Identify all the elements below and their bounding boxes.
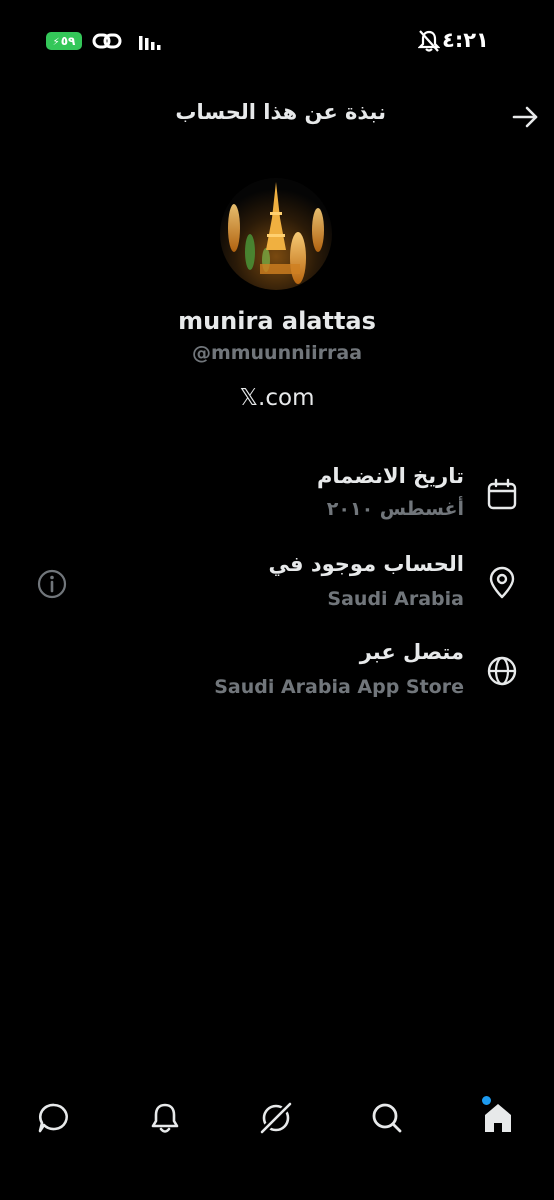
clock: ٤:٢١: [442, 28, 489, 52]
search-icon[interactable]: [367, 1098, 407, 1138]
info-row-location: الحساب موجود في Saudi Arabia: [0, 550, 554, 620]
joined-value: أغسطس ٢٠١٠: [326, 498, 464, 520]
connected-label: متصل عبر: [359, 640, 464, 664]
connected-value: Saudi Arabia App Store: [214, 676, 464, 698]
avatar[interactable]: [220, 178, 332, 290]
bottom-nav: [0, 1080, 554, 1160]
calendar-icon: [487, 478, 517, 510]
info-row-joined: تاريخ الانضمام أغسطس ٢٠١٠: [0, 462, 554, 532]
platform-label: 𝕏.com: [239, 385, 315, 411]
battery-level: ٥٩: [60, 34, 76, 48]
charging-icon: ⚡: [52, 37, 60, 48]
globe-icon: [487, 656, 517, 686]
location-label: الحساب موجود في: [268, 552, 464, 576]
username: @mmuunniirraa: [191, 342, 363, 364]
battery-indicator: ⚡٥٩: [46, 32, 82, 50]
location-value: Saudi Arabia: [327, 588, 464, 610]
notifications-icon[interactable]: [145, 1098, 185, 1138]
location-pin-icon: [489, 566, 515, 599]
back-arrow-icon[interactable]: [510, 102, 540, 132]
display-name: munira alattas: [178, 307, 376, 335]
signal-icon: [139, 36, 161, 50]
info-row-connected: متصل عبر Saudi Arabia App Store: [0, 638, 554, 708]
page-title: نبذة عن هذا الحساب: [175, 100, 386, 124]
mute-bell-icon: [418, 30, 440, 52]
status-bar: ⚡٥٩ ٤:٢١: [0, 26, 554, 58]
home-notification-dot: [482, 1096, 491, 1105]
joined-label: تاريخ الانضمام: [317, 464, 464, 488]
grok-icon[interactable]: [256, 1098, 296, 1138]
link-icon: [92, 33, 122, 49]
about-account-screen: ⚡٥٩ ٤:٢١ نبذة عن هذا الحساب munira alatt…: [0, 0, 554, 1200]
messages-icon[interactable]: [34, 1098, 74, 1138]
info-icon[interactable]: [36, 568, 68, 600]
header: نبذة عن هذا الحساب: [0, 92, 554, 138]
